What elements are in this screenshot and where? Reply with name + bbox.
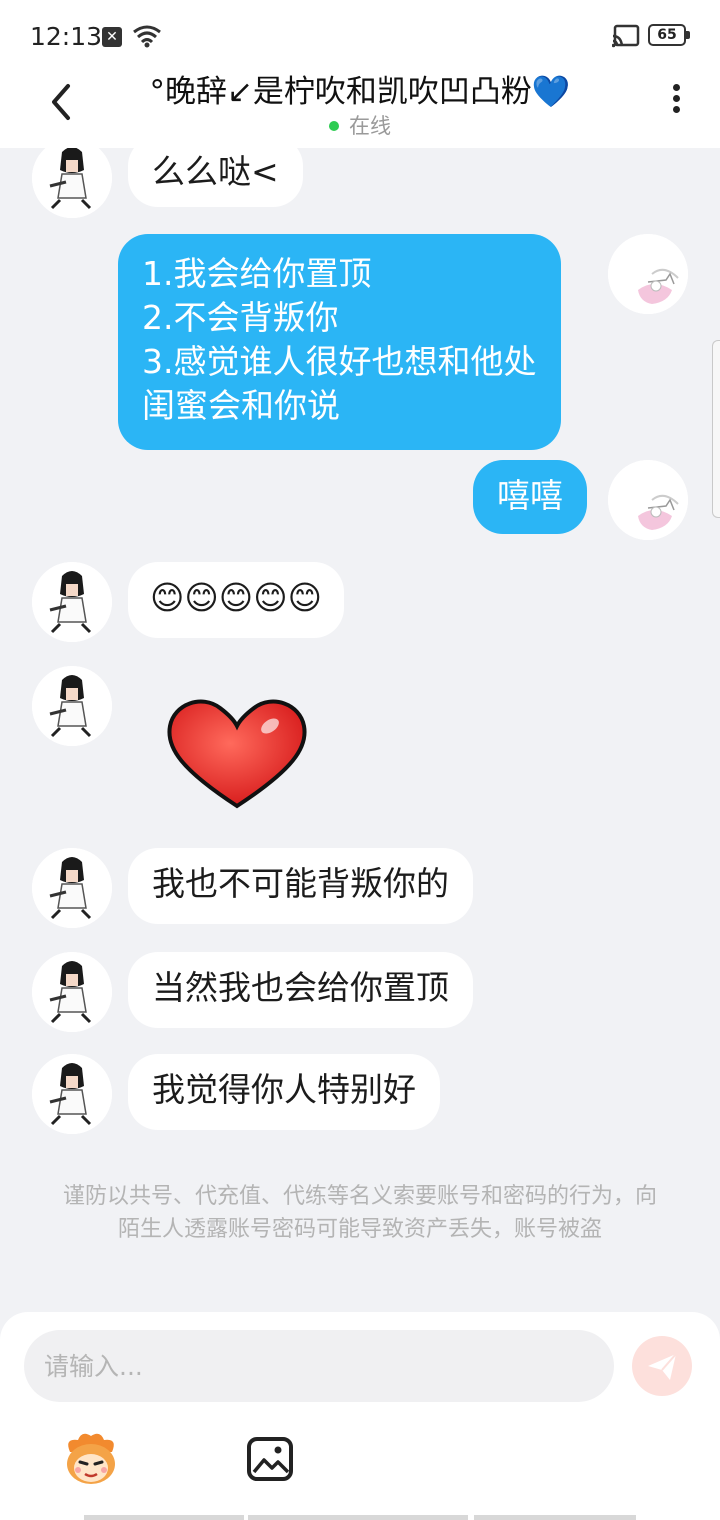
wifi-icon [133,25,161,48]
user-avatar[interactable] [608,460,688,540]
emoji-icon[interactable] [60,1430,122,1488]
chat-area[interactable]: 么么哒< 1.我会给你置顶 2.不会背叛你 3.感觉谁人很好也想和他处 闺蜜会和… [0,148,720,1310]
online-status-label: 在线 [349,114,391,138]
message-bubble-left: 我觉得你人特别好 [128,1054,440,1130]
message-line: 2.不会背叛你 [142,298,339,337]
online-status: 在线 [0,110,720,140]
security-warning: 谨防以共号、代充值、代练等名义索要账号和密码的行为，向陌生人透露账号密码可能导致… [62,1184,657,1242]
message-input[interactable] [24,1330,614,1402]
message-bubble-right: 1.我会给你置顶 2.不会背叛你 3.感觉谁人很好也想和他处 闺蜜会和你说 [118,234,561,450]
composer [0,1312,720,1520]
message-bubble-left: 么么哒< [128,148,303,207]
send-button[interactable] [632,1336,692,1396]
system-nav-bar [474,1515,636,1520]
system-nav-bar [248,1515,468,1520]
message-bubble-left: 😊😊😊😊😊 [128,562,345,638]
status-time: 12:13 [30,22,103,51]
send-icon [648,1353,677,1380]
contact-avatar[interactable] [32,952,112,1032]
notification-icon: ✕ [102,27,122,47]
message-bubble-left: 当然我也会给你置顶 [128,952,473,1028]
image-icon[interactable] [246,1436,294,1482]
message-line: 闺蜜会和你说 [142,386,340,425]
user-avatar[interactable] [608,234,688,314]
message-bubble-right: 嘻嘻 [473,460,587,534]
message-bubble-left: 我也不可能背叛你的 [128,848,473,924]
battery-icon: 65 [648,24,690,46]
cast-icon [612,24,640,48]
system-nav-bar [84,1515,244,1520]
online-dot-icon [329,121,339,131]
chat-title: °晚辞↙是柠吹和凯吹凹凸粉💙 [149,74,571,110]
contact-avatar[interactable] [32,848,112,928]
chat-header: °晚辞↙是柠吹和凯吹凹凸粉💙 在线 [0,60,720,148]
contact-avatar[interactable] [32,1054,112,1134]
heart-sticker[interactable] [162,690,312,814]
contact-avatar[interactable] [32,666,112,746]
more-dots-icon[interactable] [664,80,688,124]
scrollbar[interactable] [712,340,720,518]
contact-avatar[interactable] [32,562,112,642]
message-line: 1.我会给你置顶 [142,254,372,293]
contact-avatar[interactable] [32,148,112,218]
message-line: 3.感觉谁人很好也想和他处 [142,342,537,381]
